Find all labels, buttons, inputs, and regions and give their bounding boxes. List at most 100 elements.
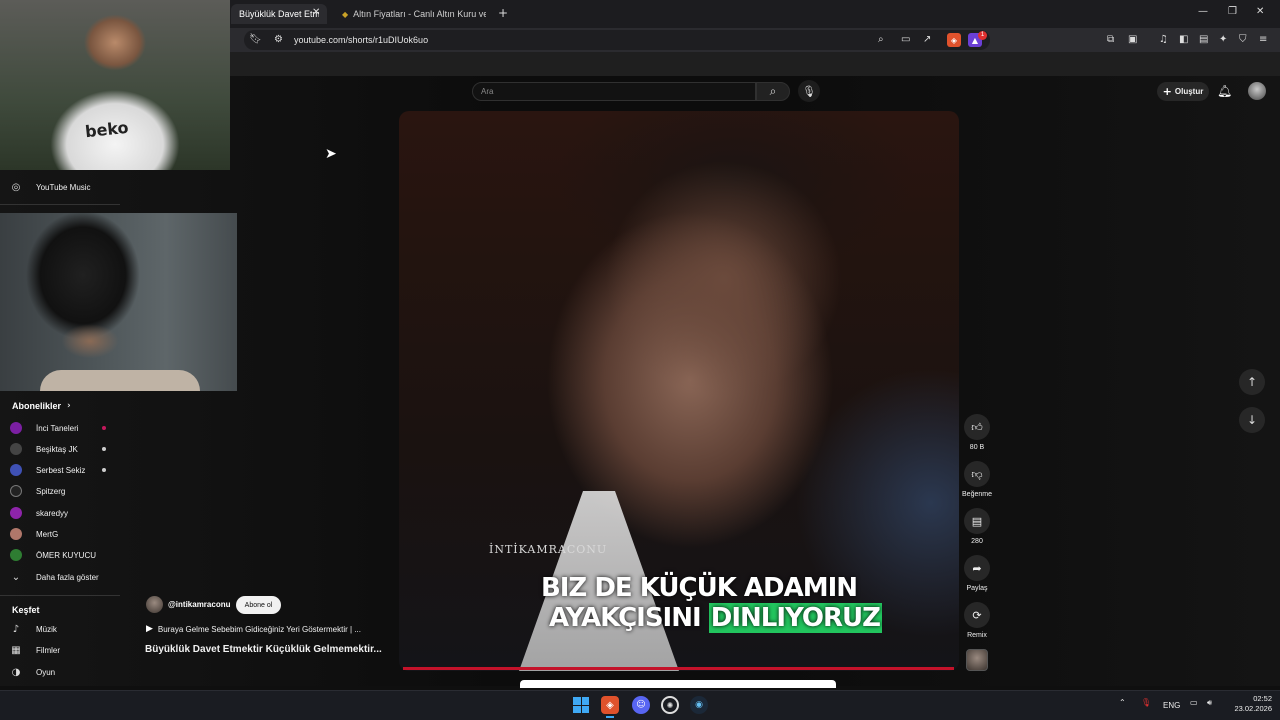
music-note-icon[interactable]: ♫	[1159, 34, 1168, 45]
divider	[0, 204, 120, 205]
close-window-icon[interactable]: ✕	[1256, 6, 1264, 17]
divider	[0, 595, 120, 596]
microphone-icon[interactable]: 🎙︎	[1141, 698, 1151, 707]
site-settings-icon[interactable]: ⚙	[274, 34, 283, 45]
new-tab-icon[interactable]: +	[498, 6, 508, 20]
channel-avatar[interactable]	[146, 596, 163, 613]
sidebar-item-mertg[interactable]: MertG	[10, 525, 58, 543]
brave-shields-icon[interactable]: ◈	[947, 33, 961, 47]
search-placeholder: Ara	[481, 87, 494, 96]
bottom-panel-edge	[520, 680, 836, 688]
thumbs-down-icon: 👎︎	[964, 461, 990, 487]
steam-icon[interactable]: ◉	[690, 696, 708, 714]
sidebar-item-youtube-music[interactable]: ◎ YouTube Music	[10, 178, 91, 196]
create-label: Oluştur	[1174, 87, 1204, 96]
sidebar-item-label: Serbest Sekiz	[36, 465, 86, 475]
sidebar-item-label: skaredyy	[36, 508, 69, 518]
account-avatar[interactable]	[1248, 82, 1266, 100]
share-label: Paylaş	[966, 585, 988, 592]
next-short-button[interactable]: ↓	[1239, 407, 1265, 433]
search-button[interactable]: ⌕	[756, 82, 790, 101]
like-button[interactable]: 👍︎ 80 B	[962, 414, 992, 451]
webcam-overlay-streamer	[0, 213, 237, 391]
video-subtitle-line-2: AYAKÇISINI DINLIYORUZ	[549, 603, 882, 633]
ai-assistant-icon[interactable]: ✦	[1219, 34, 1227, 45]
sidebar-item-label: YouTube Music	[36, 182, 91, 192]
channel-avatar	[10, 443, 22, 455]
sidebar-item-inci-taneleri[interactable]: İnci Taneleri	[10, 419, 79, 437]
show-more-label: Daha fazla göster	[36, 572, 99, 582]
sidebar-toggle-icon[interactable]: ◧	[1179, 34, 1188, 45]
voice-search-button[interactable]: 🎙︎	[798, 80, 820, 102]
create-button[interactable]: + Oluştur	[1157, 82, 1209, 101]
live-indicator	[102, 426, 106, 430]
sidebar-item-serbest-sekiz[interactable]: Serbest Sekiz	[10, 461, 85, 479]
restore-icon[interactable]: ❐	[1228, 6, 1237, 17]
show-more-button[interactable]: ⌄ Daha fazla göster	[10, 568, 99, 586]
video-progress-bar[interactable]	[403, 667, 954, 670]
channel-handle[interactable]: @intikamraconu	[168, 600, 230, 609]
extensions-icon[interactable]: ⧉	[1107, 34, 1114, 45]
explore-header: Keşfet	[12, 605, 40, 615]
arrow-down-icon: ↓	[1246, 413, 1258, 427]
vpn-shield-icon[interactable]: ⛉	[1239, 34, 1247, 45]
sidebar-item-gaming[interactable]: ◑ Oyun	[10, 663, 56, 681]
comment-count: 280	[971, 538, 983, 545]
remix-button[interactable]: ⟳ Remix	[962, 602, 992, 639]
sidebar-item-movies[interactable]: ▦ Filmler	[10, 641, 60, 659]
previous-short-button[interactable]: ↑	[1239, 369, 1265, 395]
sidebar-item-omer-kuyucu[interactable]: ÖMER KUYUCU	[10, 546, 96, 564]
menu-icon[interactable]: ≡	[1259, 34, 1267, 45]
film-icon: ▦	[11, 644, 21, 656]
video-description[interactable]: ▶ Buraya Gelme Sebebim Gidiceğiniz Yeri …	[146, 624, 361, 634]
sidebar-item-music[interactable]: ♪ Müzik	[10, 620, 57, 638]
channel-avatar	[10, 485, 22, 497]
brave-browser-icon[interactable]: ◈	[601, 696, 619, 714]
search-input[interactable]: Ara	[472, 82, 756, 101]
tab-title: Altın Fiyatları - Canlı Altın Kuru ve Al…	[353, 9, 486, 19]
wallet-icon[interactable]: ▤	[1199, 34, 1208, 45]
share-page-icon[interactable]: ↗	[923, 34, 931, 45]
language-indicator[interactable]: ENG	[1163, 701, 1180, 710]
shorts-video-player[interactable]: İNTİKAMRACONU BIZ DE KÜÇÜK ADAMIN AYAKÇI…	[399, 111, 959, 671]
streamer-shirt	[40, 370, 200, 391]
bookmark-icon[interactable]: 🔖︎	[249, 34, 262, 45]
zoom-icon[interactable]: ⌕	[878, 34, 884, 45]
channel-avatar	[10, 528, 22, 540]
discord-icon[interactable]: ☺	[632, 696, 650, 714]
subtitle-highlight-text: DINLIYORUZ	[708, 603, 882, 633]
browser-tab[interactable]: ◆ Altın Fiyatları - Canlı Altın Kuru ve …	[334, 4, 486, 24]
comments-button[interactable]: ▤ 280	[962, 508, 992, 545]
play-icon: ▶	[146, 624, 153, 634]
minimize-icon[interactable]: —	[1198, 6, 1208, 17]
arrow-up-icon: ↑	[1246, 375, 1258, 389]
chevron-down-icon: ⌄	[11, 571, 21, 583]
tray-overflow-icon[interactable]: ⌃	[1119, 698, 1126, 707]
chatgpt-icon[interactable]: ✺	[661, 696, 679, 714]
share-button[interactable]: ➦ Paylaş	[962, 555, 992, 592]
volume-icon[interactable]: 🔊︎	[1207, 698, 1212, 708]
sidebar-item-skaredyy[interactable]: skaredyy	[10, 504, 68, 522]
share-arrow-icon: ➦	[964, 555, 990, 581]
sidebar-item-label: İnci Taneleri	[36, 423, 79, 433]
bell-icon[interactable]: 🔔︎	[1217, 84, 1232, 98]
url-text: youtube.com/shorts/r1uDIUok6uo	[294, 35, 429, 45]
display-icon[interactable]: ▭	[1190, 698, 1198, 707]
sidebar-item-label: Oyun	[36, 667, 56, 677]
sidebar-item-label: MertG	[36, 529, 59, 539]
dislike-button[interactable]: 👎︎ Beğenme	[958, 461, 996, 498]
description-text: Buraya Gelme Sebebim Gidiceğiniz Yeri Gö…	[157, 624, 361, 634]
subscribe-button[interactable]: Abone ol	[236, 596, 281, 614]
cast-icon[interactable]: ▭	[901, 34, 910, 45]
sidebar-item-spitzerg[interactable]: Spitzerg	[10, 482, 65, 500]
close-tab-icon[interactable]: ✕	[312, 7, 320, 18]
screenshot-icon[interactable]: ▣	[1128, 34, 1137, 45]
video-title[interactable]: Büyüklük Davet Etmektir Küçüklük Gelmeme…	[145, 644, 382, 655]
windows-start-icon[interactable]	[572, 696, 590, 714]
subscriptions-header[interactable]: Abonelikler ›	[12, 401, 71, 411]
clock[interactable]: 02:52 23.02.2026	[1226, 694, 1272, 714]
new-content-dot	[102, 468, 106, 472]
audio-thumbnail[interactable]	[966, 649, 988, 671]
sidebar-item-besiktas-jk[interactable]: Beşiktaş JK	[10, 440, 78, 458]
sidebar-item-label: Filmler	[36, 645, 60, 655]
